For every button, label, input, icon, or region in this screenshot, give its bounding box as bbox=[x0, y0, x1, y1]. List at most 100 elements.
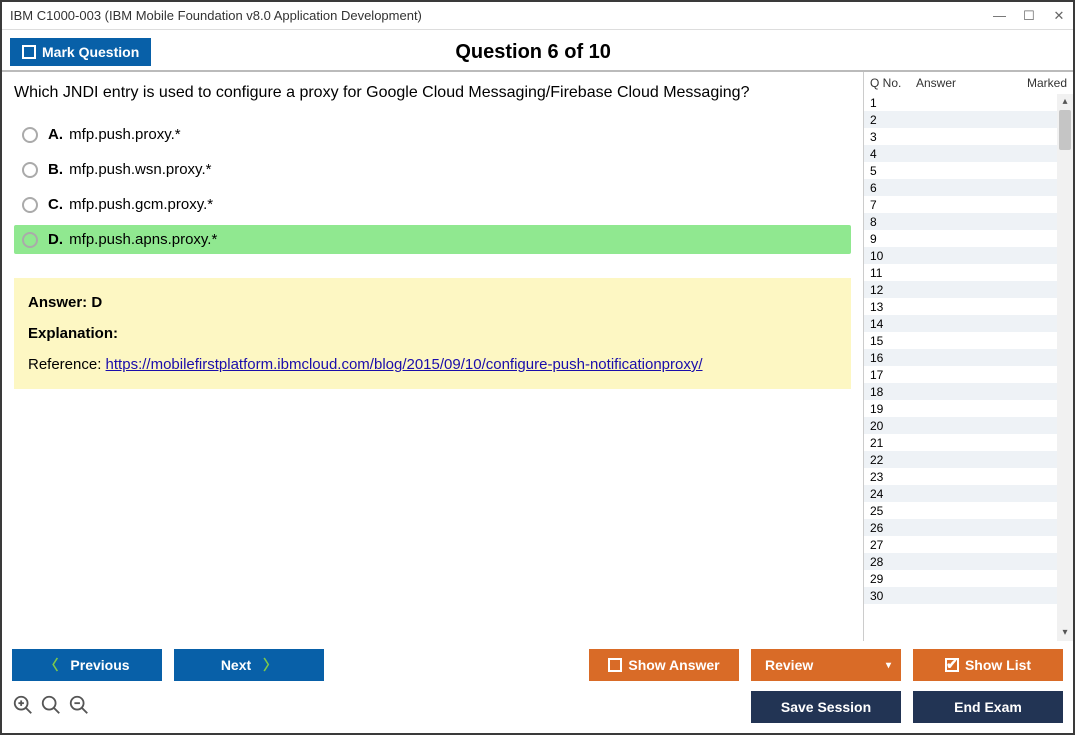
row-qno: 20 bbox=[870, 419, 916, 433]
close-icon[interactable]: ✕ bbox=[1053, 8, 1065, 24]
option-B[interactable]: B. mfp.push.wsn.proxy.* bbox=[14, 155, 851, 184]
option-letter: D. bbox=[48, 231, 63, 248]
option-A[interactable]: A. mfp.push.proxy.* bbox=[14, 120, 851, 149]
next-label: Next bbox=[221, 657, 251, 673]
review-label: Review bbox=[765, 657, 813, 673]
col-marked: Marked bbox=[1017, 76, 1067, 90]
list-row[interactable]: 16 bbox=[864, 349, 1073, 366]
checkbox-icon bbox=[22, 45, 36, 59]
radio-icon bbox=[22, 232, 38, 248]
end-exam-button[interactable]: End Exam bbox=[913, 691, 1063, 723]
maximize-icon[interactable]: ☐ bbox=[1023, 8, 1035, 24]
scroll-thumb[interactable] bbox=[1059, 110, 1071, 150]
row-qno: 15 bbox=[870, 334, 916, 348]
footer: 〈 Previous Next 〉 Show Answer Review ▾ S… bbox=[2, 641, 1073, 733]
question-counter: Question 6 of 10 bbox=[151, 41, 915, 64]
chevron-left-icon: 〈 bbox=[44, 655, 58, 675]
main-panel: Which JNDI entry is used to configure a … bbox=[2, 72, 863, 641]
list-row[interactable]: 12 bbox=[864, 281, 1073, 298]
row-qno: 23 bbox=[870, 470, 916, 484]
zoom-in-icon[interactable] bbox=[12, 694, 34, 721]
window-controls: — ☐ ✕ bbox=[993, 8, 1065, 24]
next-button[interactable]: Next 〉 bbox=[174, 649, 324, 681]
save-session-label: Save Session bbox=[781, 699, 871, 715]
list-row[interactable]: 27 bbox=[864, 536, 1073, 553]
row-qno: 7 bbox=[870, 198, 916, 212]
answer-line: Answer: D bbox=[28, 294, 837, 311]
question-list-header: Q No. Answer Marked bbox=[864, 72, 1073, 94]
show-list-button[interactable]: Show List bbox=[913, 649, 1063, 681]
list-row[interactable]: 17 bbox=[864, 366, 1073, 383]
show-list-label: Show List bbox=[965, 657, 1031, 673]
row-qno: 10 bbox=[870, 249, 916, 263]
save-session-button[interactable]: Save Session bbox=[751, 691, 901, 723]
question-list-panel: Q No. Answer Marked 12345678910111213141… bbox=[863, 72, 1073, 641]
option-text: mfp.push.wsn.proxy.* bbox=[69, 161, 211, 178]
title-bar: IBM C1000-003 (IBM Mobile Foundation v8.… bbox=[2, 2, 1073, 30]
list-row[interactable]: 30 bbox=[864, 587, 1073, 604]
chevron-right-icon: 〉 bbox=[263, 655, 277, 675]
col-qno: Q No. bbox=[870, 76, 916, 90]
list-row[interactable]: 19 bbox=[864, 400, 1073, 417]
scrollbar[interactable]: ▴ ▾ bbox=[1057, 94, 1073, 641]
col-answer: Answer bbox=[916, 76, 1017, 90]
option-text: mfp.push.proxy.* bbox=[69, 126, 180, 143]
list-row[interactable]: 20 bbox=[864, 417, 1073, 434]
list-row[interactable]: 28 bbox=[864, 553, 1073, 570]
list-row[interactable]: 18 bbox=[864, 383, 1073, 400]
list-row[interactable]: 14 bbox=[864, 315, 1073, 332]
list-row[interactable]: 10 bbox=[864, 247, 1073, 264]
option-C[interactable]: C. mfp.push.gcm.proxy.* bbox=[14, 190, 851, 219]
list-row[interactable]: 29 bbox=[864, 570, 1073, 587]
list-row[interactable]: 8 bbox=[864, 213, 1073, 230]
option-letter: B. bbox=[48, 161, 63, 178]
scroll-up-icon[interactable]: ▴ bbox=[1057, 94, 1073, 110]
show-answer-button[interactable]: Show Answer bbox=[589, 649, 739, 681]
window-title: IBM C1000-003 (IBM Mobile Foundation v8.… bbox=[10, 8, 422, 23]
end-exam-label: End Exam bbox=[954, 699, 1022, 715]
header-row: Mark Question Question 6 of 10 bbox=[2, 30, 1073, 72]
option-D[interactable]: D. mfp.push.apns.proxy.* bbox=[14, 225, 851, 254]
list-row[interactable]: 2 bbox=[864, 111, 1073, 128]
list-row[interactable]: 11 bbox=[864, 264, 1073, 281]
list-row[interactable]: 24 bbox=[864, 485, 1073, 502]
list-row[interactable]: 3 bbox=[864, 128, 1073, 145]
body: Which JNDI entry is used to configure a … bbox=[2, 72, 1073, 641]
row-qno: 28 bbox=[870, 555, 916, 569]
previous-button[interactable]: 〈 Previous bbox=[12, 649, 162, 681]
list-row[interactable]: 9 bbox=[864, 230, 1073, 247]
scroll-down-icon[interactable]: ▾ bbox=[1057, 625, 1073, 641]
list-row[interactable]: 5 bbox=[864, 162, 1073, 179]
list-row[interactable]: 23 bbox=[864, 468, 1073, 485]
row-qno: 11 bbox=[870, 266, 916, 280]
chevron-down-icon: ▾ bbox=[886, 660, 891, 671]
question-list: 1234567891011121314151617181920212223242… bbox=[864, 94, 1073, 641]
reference-link[interactable]: https://mobilefirstplatform.ibmcloud.com… bbox=[106, 356, 703, 373]
zoom-controls bbox=[12, 694, 90, 721]
list-row[interactable]: 13 bbox=[864, 298, 1073, 315]
list-row[interactable]: 7 bbox=[864, 196, 1073, 213]
row-qno: 30 bbox=[870, 589, 916, 603]
mark-question-button[interactable]: Mark Question bbox=[10, 38, 151, 66]
row-qno: 29 bbox=[870, 572, 916, 586]
list-row[interactable]: 22 bbox=[864, 451, 1073, 468]
review-dropdown[interactable]: Review ▾ bbox=[751, 649, 901, 681]
explanation-label: Explanation: bbox=[28, 325, 837, 342]
list-row[interactable]: 26 bbox=[864, 519, 1073, 536]
minimize-icon[interactable]: — bbox=[993, 8, 1005, 24]
row-qno: 8 bbox=[870, 215, 916, 229]
zoom-reset-icon[interactable] bbox=[40, 694, 62, 721]
row-qno: 26 bbox=[870, 521, 916, 535]
list-row[interactable]: 15 bbox=[864, 332, 1073, 349]
row-qno: 16 bbox=[870, 351, 916, 365]
radio-icon bbox=[22, 197, 38, 213]
zoom-out-icon[interactable] bbox=[68, 694, 90, 721]
list-row[interactable]: 21 bbox=[864, 434, 1073, 451]
list-row[interactable]: 4 bbox=[864, 145, 1073, 162]
app-window: IBM C1000-003 (IBM Mobile Foundation v8.… bbox=[0, 0, 1075, 735]
list-row[interactable]: 1 bbox=[864, 94, 1073, 111]
row-qno: 14 bbox=[870, 317, 916, 331]
list-row[interactable]: 25 bbox=[864, 502, 1073, 519]
list-row[interactable]: 6 bbox=[864, 179, 1073, 196]
row-qno: 9 bbox=[870, 232, 916, 246]
